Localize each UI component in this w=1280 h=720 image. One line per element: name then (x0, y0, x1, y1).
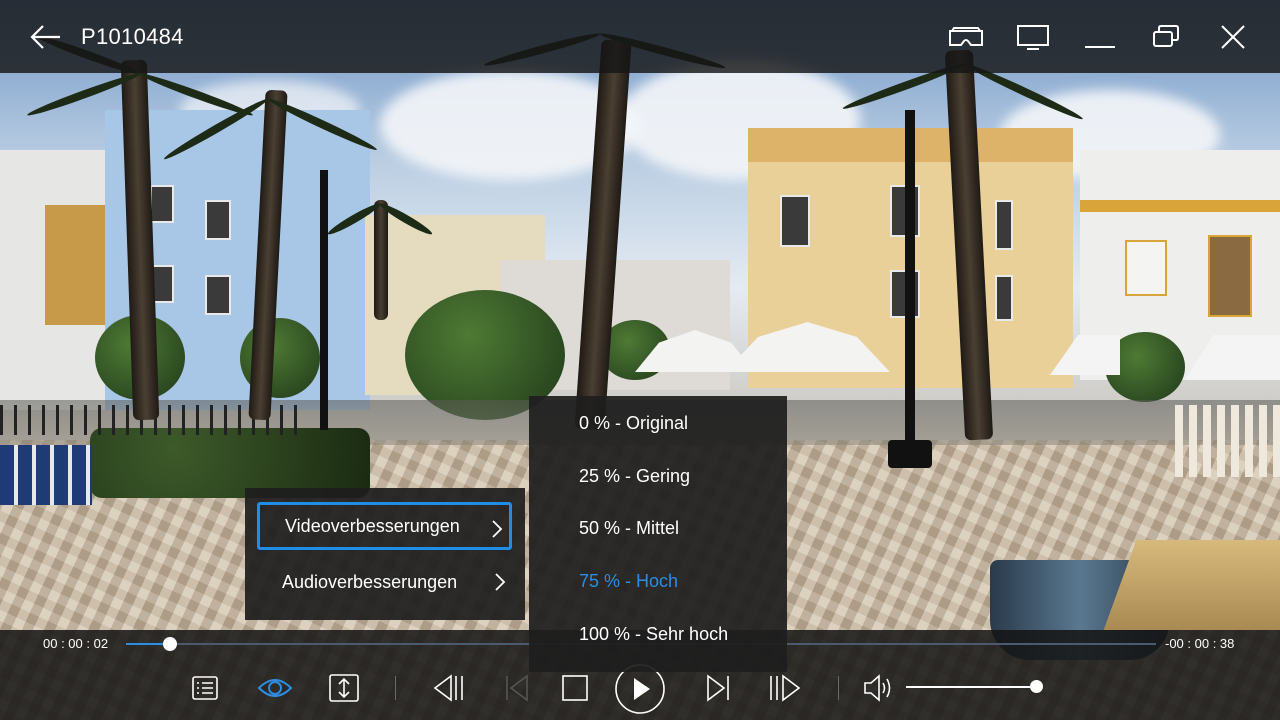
skip-forward-button[interactable] (767, 670, 803, 706)
playlist-button[interactable] (189, 670, 221, 706)
vr-headset-icon (949, 27, 983, 46)
window (205, 200, 231, 240)
volume-thumb[interactable] (1030, 680, 1043, 693)
playlist-icon (192, 676, 218, 700)
lamp-post (905, 110, 915, 465)
minimize-button[interactable] (1081, 20, 1119, 54)
back-button[interactable] (28, 20, 64, 54)
close-button[interactable] (1214, 20, 1252, 54)
submenu-item-high[interactable]: 75 % - Hoch (529, 556, 787, 606)
skip-forward-icon (770, 674, 801, 702)
remaining-time: -00 : 00 : 38 (1165, 636, 1235, 651)
enhancements-menu: Videoverbesserungen Audioverbesserungen (245, 488, 525, 620)
submenu-item-original[interactable]: 0 % - Original (529, 398, 787, 448)
volume-slider[interactable] (906, 680, 1043, 693)
separator (838, 676, 839, 700)
building-stripe (45, 205, 105, 325)
tiled-bench (0, 445, 92, 505)
vr-button[interactable] (947, 20, 985, 54)
cast-button[interactable] (1014, 20, 1052, 54)
window (995, 275, 1013, 321)
eye-enhancements-icon (257, 679, 293, 697)
close-icon (1221, 25, 1245, 49)
menu-item-label: Videoverbesserungen (285, 515, 460, 536)
previous-track-icon (506, 674, 528, 702)
minimize-icon (1085, 46, 1115, 48)
separator (395, 676, 396, 700)
previous-track-button[interactable] (503, 670, 531, 706)
elapsed-time: 00 : 00 : 02 (43, 636, 109, 651)
lamp-base (888, 440, 932, 468)
restore-button[interactable] (1147, 20, 1185, 54)
building-trim (1080, 200, 1280, 212)
video-enhancement-submenu: 0 % - Original 25 % - Gering 50 % - Mitt… (529, 396, 787, 672)
submenu-item-medium[interactable]: 50 % - Mittel (529, 503, 787, 553)
window (1125, 240, 1167, 296)
picket-fence (1175, 405, 1280, 477)
volume-icon (864, 674, 891, 702)
window (205, 275, 231, 315)
enhancements-button[interactable] (255, 670, 295, 706)
skip-back-button[interactable] (431, 670, 467, 706)
window (150, 185, 174, 223)
next-track-button[interactable] (704, 670, 732, 706)
chevron-right-icon (492, 520, 503, 538)
cast-to-device-icon (1017, 25, 1049, 50)
skip-back-icon (433, 674, 463, 702)
next-track-icon (707, 674, 729, 702)
menu-item-audio-enhancements[interactable]: Audioverbesserungen (257, 558, 512, 606)
submenu-item-low[interactable]: 25 % - Gering (529, 451, 787, 501)
stop-button[interactable] (560, 670, 590, 706)
volume-button[interactable] (862, 670, 894, 706)
aspect-ratio-icon (329, 674, 359, 702)
lamp-post (320, 170, 328, 430)
window (780, 195, 810, 247)
arrow-left-icon (30, 25, 60, 49)
window (1208, 235, 1252, 317)
aspect-ratio-button[interactable] (327, 670, 361, 706)
title-bar: P1010484 (0, 0, 1280, 73)
restore-window-icon (1153, 25, 1179, 47)
stop-icon (562, 675, 588, 701)
video-title: P1010484 (81, 24, 184, 49)
window (995, 200, 1013, 250)
menu-item-video-enhancements[interactable]: Videoverbesserungen (257, 502, 512, 550)
submenu-item-very-high[interactable]: 100 % - Sehr hoch (529, 609, 787, 659)
chevron-right-icon (495, 573, 506, 591)
menu-item-label: Audioverbesserungen (282, 571, 458, 592)
palm-trunk (374, 200, 388, 320)
